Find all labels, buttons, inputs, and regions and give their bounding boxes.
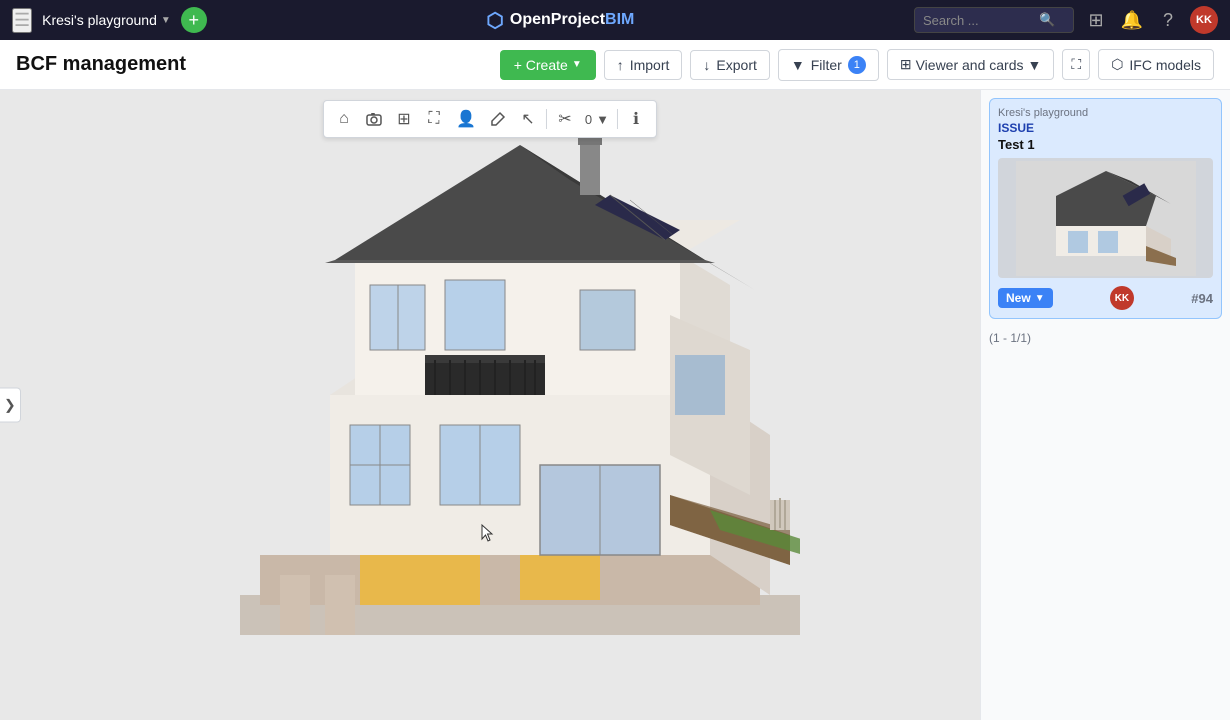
selection-count: 0 ▼ [581, 112, 613, 127]
import-icon: ↑ [617, 57, 624, 73]
issue-workspace-label: Kresi's playground [998, 107, 1213, 119]
filter-icon: ▼ [791, 57, 805, 73]
cursor-button[interactable]: ↖ [514, 105, 542, 133]
person-view-button[interactable]: 👤 [450, 105, 482, 133]
filter-button[interactable]: ▼ Filter 1 [778, 49, 879, 81]
fullscreen-button[interactable]: ⛶ [1062, 49, 1090, 80]
create-button[interactable]: + Create ▼ [500, 50, 596, 80]
header-actions: + Create ▼ ↑ Import ↓ Export ▼ Filter 1 … [500, 49, 1214, 81]
cut-button[interactable]: ✂ [551, 105, 579, 133]
viewer-and-cards-button[interactable]: ⊞ Viewer and cards ▼ [887, 49, 1055, 80]
ifc-models-button[interactable]: ⬡ IFC models [1098, 49, 1214, 80]
status-dropdown-icon: ▼ [1035, 293, 1045, 304]
count-dropdown-icon[interactable]: ▼ [596, 112, 609, 127]
search-box[interactable]: 🔍 [914, 7, 1074, 33]
nav-right-section: 🔍 ⊞ 🔔 ? KK [914, 6, 1218, 34]
create-button-label: + Create [514, 57, 568, 73]
right-panel: Kresi's playground ISSUE Test 1 [980, 90, 1230, 720]
sub-header: BCF management + Create ▼ ↑ Import ↓ Exp… [0, 40, 1230, 90]
filter-label: Filter [811, 57, 842, 73]
grid-apps-button[interactable]: ⊞ [1082, 6, 1110, 34]
viewer-label: Viewer and cards [916, 57, 1024, 73]
viewer-chevron-icon: ▼ [1028, 57, 1042, 73]
notifications-button[interactable]: 🔔 [1118, 6, 1146, 34]
search-icon[interactable]: 🔍 [1039, 12, 1055, 28]
logo-icon: ⬡ [486, 8, 503, 33]
viewer-icon: ⊞ [900, 56, 912, 73]
home-view-button[interactable]: ⌂ [330, 105, 358, 133]
assignee-avatar[interactable]: KK [1110, 286, 1134, 310]
pagination-info: (1 - 1/1) [989, 327, 1222, 349]
workspace-name: Kresi's playground [42, 12, 157, 28]
issue-card[interactable]: Kresi's playground ISSUE Test 1 [989, 98, 1222, 319]
top-navigation: ☰ Kresi's playground ▼ + ⬡ OpenProjectBI… [0, 0, 1230, 40]
search-input[interactable] [923, 13, 1033, 28]
grid-view-button[interactable]: ⊞ [390, 105, 418, 133]
toolbar-divider [546, 109, 547, 129]
add-project-button[interactable]: + [181, 7, 207, 33]
paint-button[interactable] [484, 105, 512, 133]
import-button[interactable]: ↑ Import [604, 50, 683, 80]
filter-count-badge: 1 [848, 56, 866, 74]
main-content: ⌂ ⊞ ⛶ 👤 ↖ ✂ 0 ▼ [0, 90, 1230, 720]
toolbar-divider-2 [617, 109, 618, 129]
building-3d-view: BACK [0, 90, 980, 720]
issue-thumbnail [998, 158, 1213, 278]
export-button[interactable]: ↓ Export [690, 50, 769, 80]
expand-selection-button[interactable]: ⛶ [420, 105, 448, 133]
import-label: Import [630, 57, 670, 73]
issue-title: Test 1 [998, 137, 1213, 152]
hamburger-menu-button[interactable]: ☰ [12, 8, 32, 33]
workspace-selector[interactable]: Kresi's playground ▼ [42, 12, 171, 28]
ifc-label: IFC models [1129, 57, 1201, 73]
status-badge[interactable]: New ▼ [998, 288, 1053, 308]
help-button[interactable]: ? [1154, 6, 1182, 34]
status-label: New [1006, 291, 1031, 305]
ifc-icon: ⬡ [1111, 56, 1123, 73]
export-label: Export [716, 57, 756, 73]
issue-type-label: ISSUE [998, 121, 1213, 135]
3d-viewer[interactable]: ⌂ ⊞ ⛶ 👤 ↖ ✂ 0 ▼ [0, 90, 980, 720]
workspace-chevron-icon: ▼ [161, 15, 171, 26]
page-title: BCF management [16, 53, 186, 76]
sidebar-toggle-button[interactable]: ❯ [0, 388, 21, 423]
create-dropdown-icon: ▼ [572, 59, 582, 70]
info-button[interactable]: ℹ [622, 105, 650, 133]
nav-center: ⬡ OpenProjectBIM [217, 8, 904, 33]
export-icon: ↓ [703, 57, 710, 73]
viewer-toolbar: ⌂ ⊞ ⛶ 👤 ↖ ✂ 0 ▼ [323, 100, 657, 138]
app-logo: ⬡ OpenProjectBIM [486, 8, 634, 33]
user-avatar[interactable]: KK [1190, 6, 1218, 34]
issue-footer: New ▼ KK #94 [998, 286, 1213, 310]
issue-id: #94 [1191, 291, 1213, 306]
app-name: OpenProjectBIM [510, 11, 634, 29]
camera-button[interactable] [360, 105, 388, 133]
